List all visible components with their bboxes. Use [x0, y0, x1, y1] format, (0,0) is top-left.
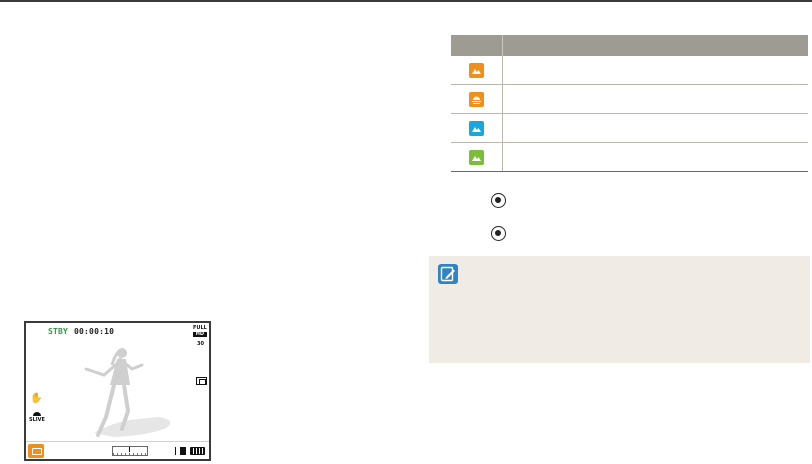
resolution-icon: FULL HD [193, 326, 207, 337]
table-header-description-column [503, 35, 808, 56]
table-cell-description [503, 114, 808, 142]
table-cell-description [503, 143, 808, 171]
landscape-scene-icon [469, 62, 484, 78]
movie-mode-icon [28, 444, 44, 458]
standby-label: STBY [48, 327, 69, 336]
camera-bottom-status-bar [26, 441, 209, 459]
note-pencil-icon [438, 264, 458, 284]
shutter-button-icon [491, 226, 506, 241]
sunset-scene-icon [469, 91, 484, 107]
smart-live-label: SLIVE [29, 417, 45, 423]
natural-green-scene-icon [469, 149, 484, 165]
camera-screen-illustration: STBY 00:00:10 FULL HD 30 ✋ SLIVE [24, 321, 211, 461]
hand-shake-icon: ✋ [30, 393, 43, 404]
smart-live-icon: SLIVE [29, 412, 45, 423]
table-header [451, 35, 808, 56]
resolution-sub-label: HD [193, 332, 207, 337]
note-box [429, 256, 810, 363]
scene-icon-table [451, 35, 808, 172]
blue-sky-scene-icon [469, 120, 484, 136]
dancer-figure-image [84, 348, 171, 437]
table-cell-description [503, 85, 808, 113]
table-row [451, 143, 808, 172]
exposure-scale-icon [112, 446, 148, 456]
table-row [451, 114, 808, 143]
table-header-icon-column [451, 35, 503, 56]
recording-time: 00:00:10 [74, 327, 115, 336]
memory-card-icon [180, 447, 186, 455]
shutter-button-icon [491, 193, 506, 208]
status-separator [175, 447, 176, 455]
table-row [451, 85, 808, 114]
table-cell-description [503, 56, 808, 84]
top-rule [0, 0, 812, 2]
table-row [451, 56, 808, 85]
battery-icon [190, 447, 205, 455]
